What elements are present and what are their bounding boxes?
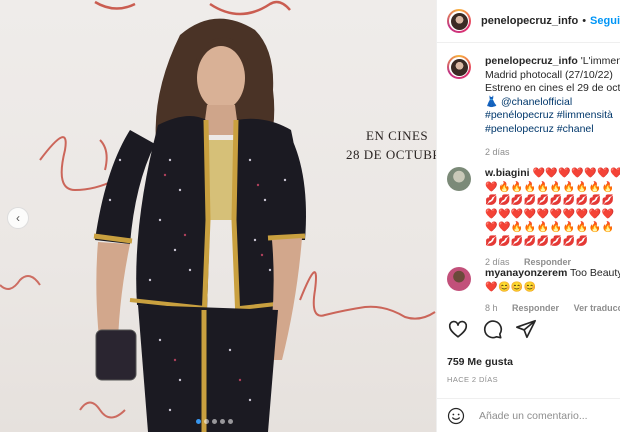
comment-item: myanayonzerem Too Beauty ❤️ ❤️😊😊😊 8 h Re…	[447, 267, 620, 313]
carousel-dot	[228, 419, 233, 424]
comment-text: ❤️🔥🔥🔥🔥🔥🔥🔥🔥🔥	[485, 181, 615, 193]
comment-text: 💋💋💋💋💋💋💋💋💋💋	[485, 195, 615, 206]
carousel-dot	[212, 419, 217, 424]
backdrop-text-en-cines: EN CINES	[366, 128, 429, 143]
comment-composer	[437, 398, 620, 432]
avatar[interactable]	[447, 167, 471, 191]
share-icon[interactable]	[515, 318, 537, 340]
comment-icon[interactable]	[481, 318, 503, 340]
see-translation-button[interactable]: Ver traducción	[574, 303, 620, 313]
post-header: penelopecruz_info • Seguir	[437, 0, 620, 43]
avatar[interactable]	[447, 267, 471, 291]
caption-line: Estreno en cines el 29 de octubre	[485, 82, 620, 94]
caption-time: 2 días	[485, 147, 510, 157]
avatar[interactable]	[447, 9, 471, 33]
comment-item: w.biagini ❤️❤️❤️❤️❤️❤️❤️ ❤️🔥🔥🔥🔥🔥🔥🔥🔥🔥 💋💋💋…	[447, 167, 620, 270]
caption-hashtags[interactable]: #penélopecruz #limmensità	[485, 109, 620, 123]
comment-text: ❤️❤️🔥🔥🔥🔥🔥🔥🔥🔥	[485, 222, 615, 233]
reply-button[interactable]: Responder	[524, 257, 571, 267]
caption-line: Madrid photocall (27/10/22)	[485, 68, 613, 81]
post-actions	[447, 318, 537, 340]
emoji-icon[interactable]	[447, 407, 465, 425]
comment-text: ❤️❤️❤️❤️❤️❤️❤️	[532, 168, 620, 179]
reply-button[interactable]: Responder	[512, 303, 559, 313]
chevron-left-icon[interactable]: ‹	[7, 207, 29, 229]
comment-time: 8 h	[485, 303, 498, 313]
like-count[interactable]: 759 Me gusta	[447, 356, 513, 368]
follow-button[interactable]: Seguir	[590, 15, 620, 27]
heart-icon[interactable]	[447, 318, 469, 340]
carousel-dot	[196, 419, 201, 424]
comments-list[interactable]: penelopecruz_info 'L'immensità' Madrid p…	[437, 43, 620, 313]
caption-mention[interactable]: 👗 @chanelofficial	[485, 96, 620, 110]
header-username[interactable]: penelopecruz_info	[481, 15, 578, 27]
post-timestamp: HACE 2 DÍAS	[447, 375, 499, 384]
photo-backdrop	[0, 0, 436, 432]
carousel-dot	[220, 419, 225, 424]
comment-username[interactable]: myanayonzerem	[485, 267, 567, 279]
post-photo[interactable]: EN CINES 28 DE OCTUBRE ‹	[0, 0, 436, 432]
post-details-panel: penelopecruz_info • Seguir penelopecruz_…	[436, 0, 620, 432]
comment-input[interactable]	[477, 409, 620, 423]
comment-text: ❤️❤️❤️❤️❤️❤️❤️❤️❤️❤️	[485, 208, 615, 220]
comment-text: 💋💋💋💋💋💋💋💋	[485, 235, 589, 247]
avatar[interactable]	[447, 55, 471, 79]
caption-hashtags[interactable]: #penelopecruz #chanel	[485, 123, 620, 137]
backdrop-text-date: 28 DE OCTUBRE	[346, 147, 436, 162]
carousel-dots	[196, 419, 233, 424]
comment-time: 2 días	[485, 257, 510, 267]
comment-text: Too Beauty ❤️	[570, 267, 620, 279]
caption-username[interactable]: penelopecruz_info	[485, 55, 578, 67]
comment-text: ❤️😊😊😊	[485, 281, 537, 293]
carousel-dot	[204, 419, 209, 424]
comment-username[interactable]: w.biagini	[485, 167, 530, 179]
caption: penelopecruz_info 'L'immensità' Madrid p…	[447, 55, 620, 160]
header-separator: •	[582, 15, 587, 27]
caption-line: 'L'immensità'	[580, 55, 620, 67]
